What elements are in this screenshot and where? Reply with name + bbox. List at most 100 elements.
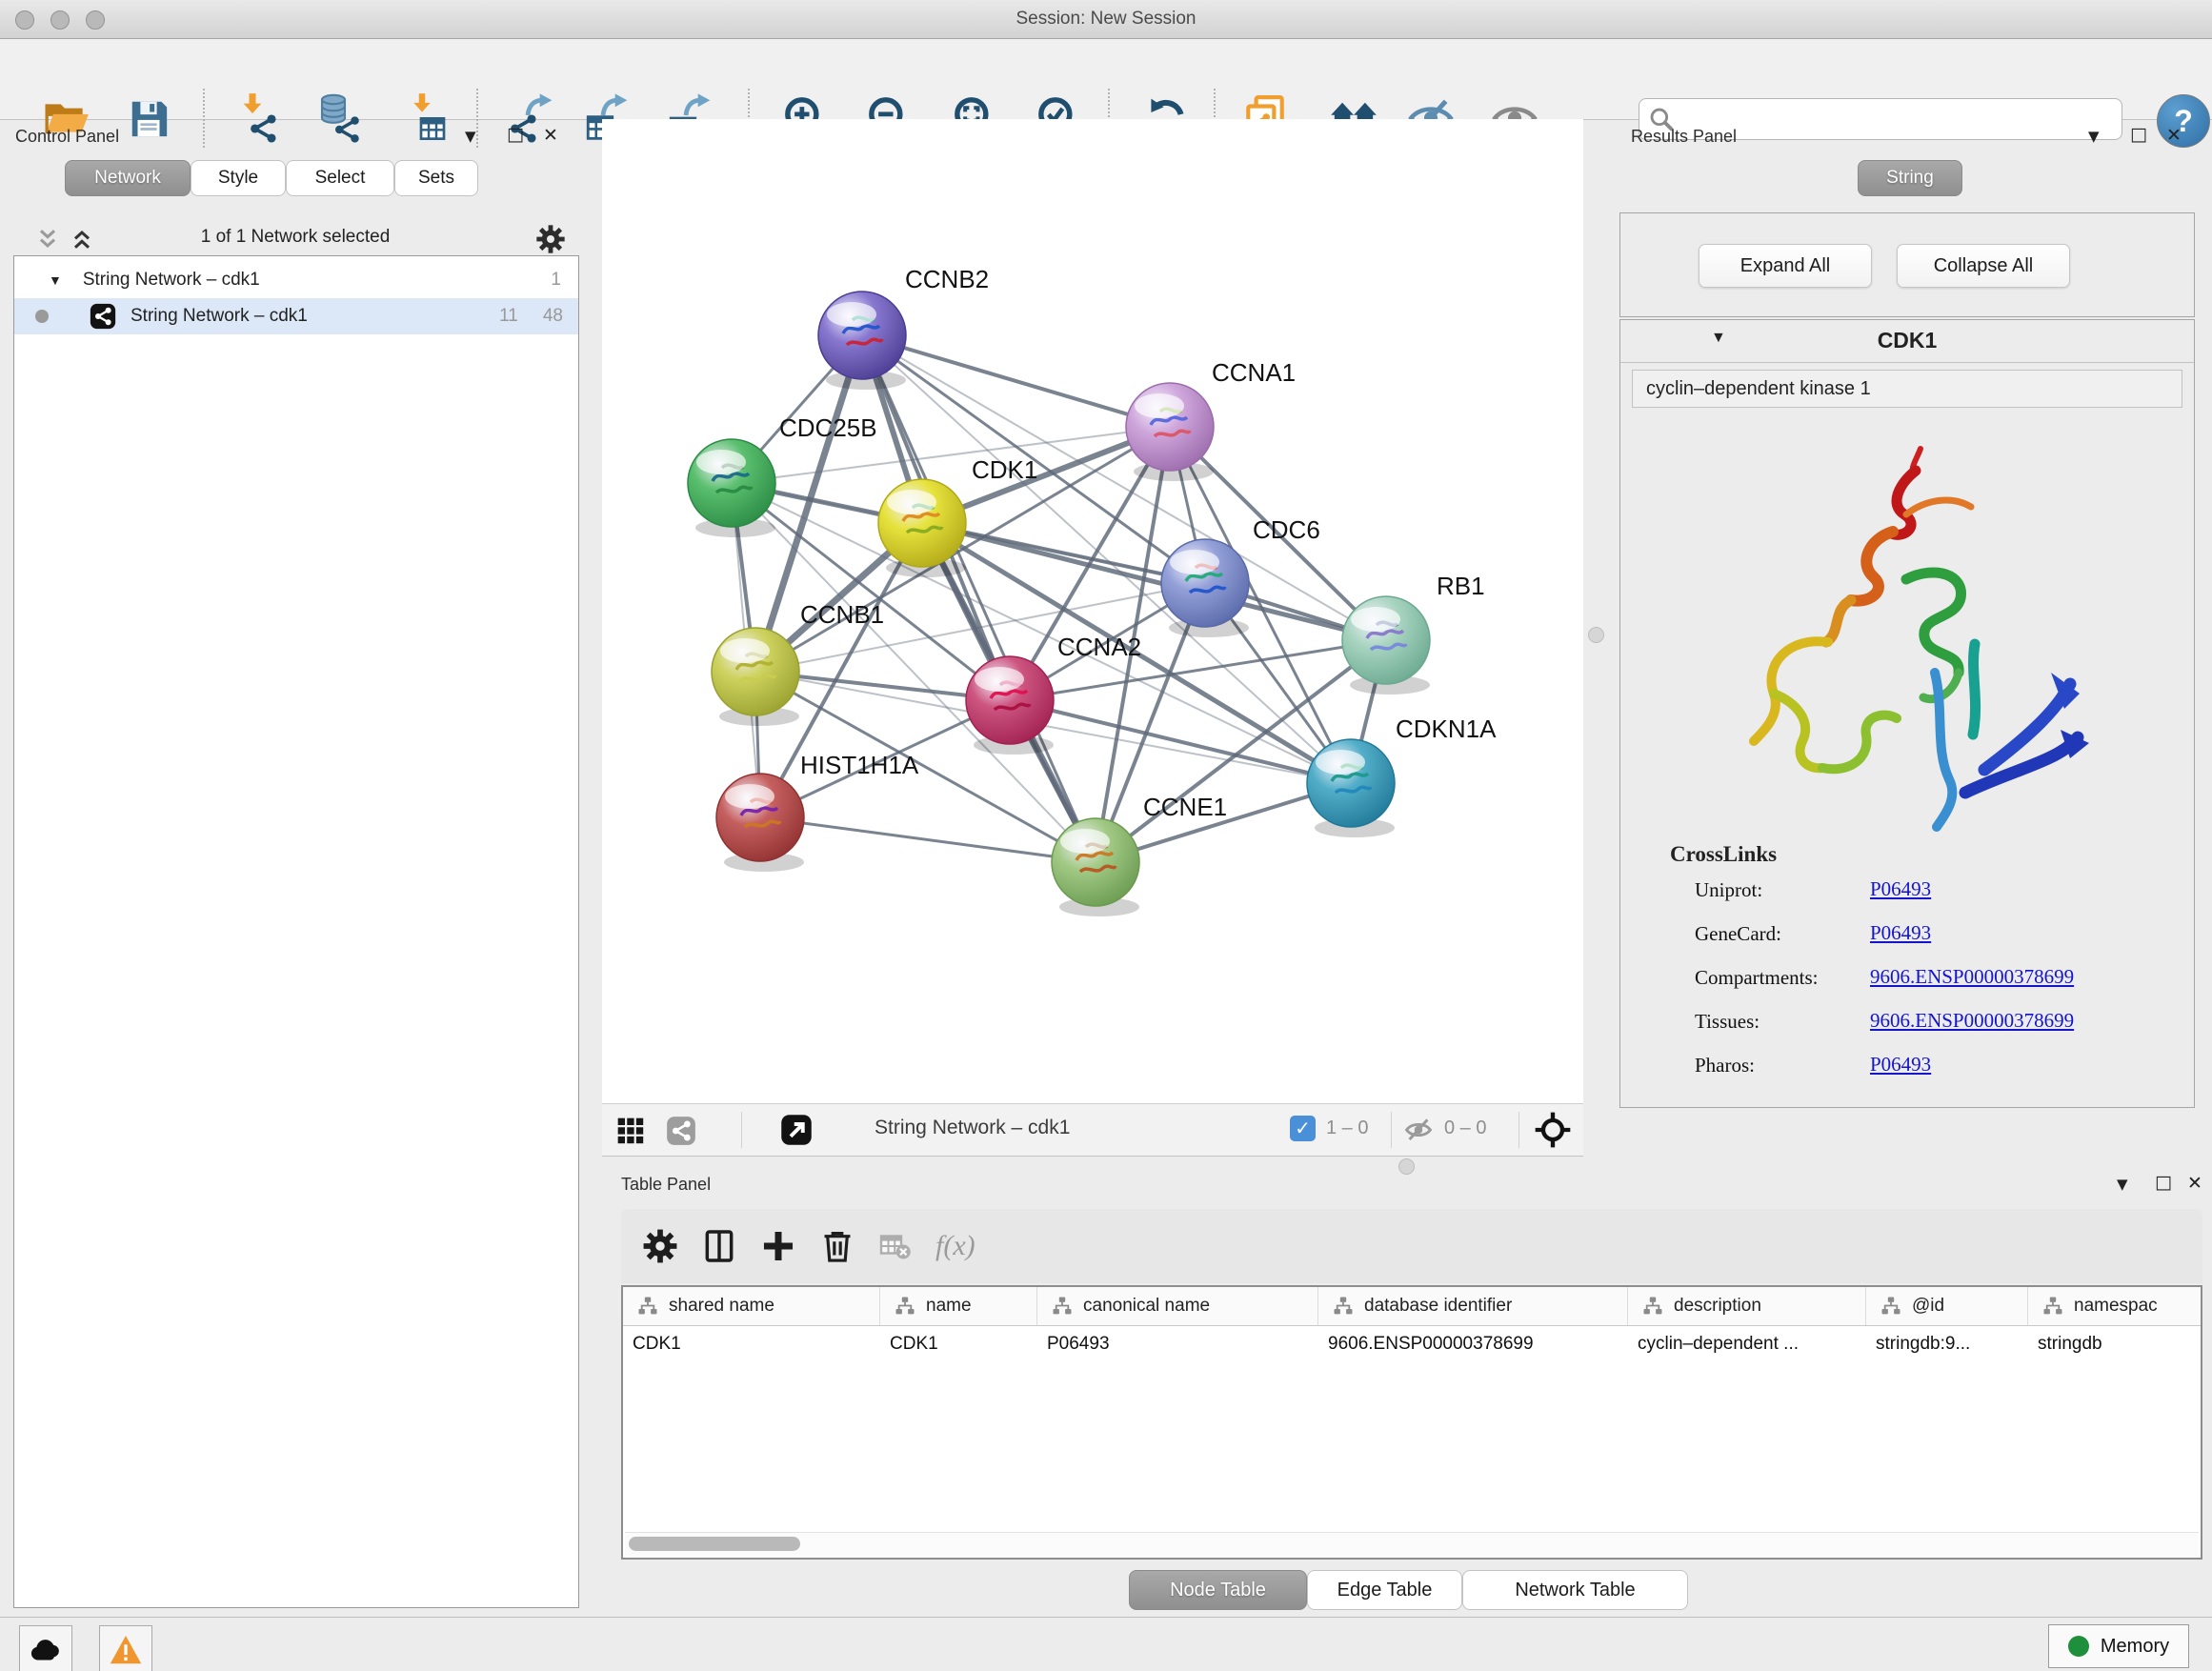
collection-name: String Network – cdk1 (83, 270, 260, 291)
close-window-button[interactable] (15, 10, 34, 30)
tab-network-table[interactable]: Network Table (1462, 1570, 1688, 1610)
column-header[interactable]: @id (1912, 1296, 1944, 1317)
network-node-HIST1H1A[interactable]: HIST1H1A (716, 751, 919, 872)
network-node-CDKN1A[interactable]: CDKN1A (1307, 715, 1497, 837)
network-collection-row[interactable]: ▼ String Network – cdk1 1 (14, 262, 578, 298)
tab-string[interactable]: String (1858, 160, 1962, 196)
column-header[interactable]: description (1674, 1296, 1761, 1317)
crosslink-tissues-link[interactable]: 9606.ENSP00000378699 (1870, 1009, 2074, 1033)
selected-checkbox-icon[interactable]: ✓ (1290, 1116, 1316, 1141)
tab-node-table[interactable]: Node Table (1129, 1570, 1307, 1610)
crosslink-label: GeneCard: (1695, 922, 1781, 946)
application-window: Session: New Session (0, 0, 2212, 1671)
panel-menu-icon[interactable]: ▼ (2117, 1176, 2128, 1193)
zoom-window-button[interactable] (86, 10, 105, 30)
control-panel-title: Control Panel (15, 127, 119, 147)
network-selection-header: 1 of 1 Network selected (10, 222, 581, 256)
panel-float-icon[interactable]: □ (2155, 1172, 2172, 1193)
tab-select[interactable]: Select (286, 160, 394, 196)
tab-sets[interactable]: Sets (394, 160, 478, 196)
tab-style[interactable]: Style (191, 160, 286, 196)
network-node-count: 11 (499, 306, 518, 327)
node-label: CCNE1 (1143, 793, 1227, 821)
entry-description: cyclin–dependent kinase 1 (1632, 370, 2182, 408)
column-header[interactable]: name (926, 1296, 972, 1317)
column-header[interactable]: shared name (669, 1296, 774, 1317)
crosshair-icon[interactable] (1534, 1111, 1572, 1149)
crosslink-label: Pharos: (1695, 1054, 1755, 1077)
results-panel: Results Panel ▼ □ ✕ String Expand All Co… (1612, 127, 2202, 1163)
tab-edge-table[interactable]: Edge Table (1307, 1570, 1462, 1610)
network-node-CCNB1[interactable]: CCNB1 (712, 600, 884, 726)
network-options-gear-icon[interactable] (535, 224, 566, 254)
selection-status: 1 of 1 Network selected (10, 227, 581, 248)
columns-icon[interactable] (701, 1228, 737, 1264)
string-network-icon (89, 302, 117, 331)
entry-header[interactable]: ▼ CDK1 (1620, 320, 2194, 363)
panel-menu-icon[interactable]: ▼ (465, 128, 476, 145)
table-horizontal-scrollbar[interactable] (625, 1532, 2199, 1556)
network-node-CDK1[interactable]: CDK1 (878, 455, 1037, 577)
table-row[interactable]: CDK1 CDK1 P06493 9606.ENSP00000378699 cy… (623, 1326, 2201, 1362)
delete-column-icon[interactable] (819, 1228, 855, 1264)
network-view-title: String Network – cdk1 (875, 1117, 1070, 1139)
node-label: CDKN1A (1396, 715, 1497, 743)
add-column-icon[interactable] (760, 1228, 796, 1264)
footer-separator (741, 1112, 742, 1148)
grid-view-icon[interactable] (615, 1116, 646, 1146)
crosslink-compartments-link[interactable]: 9606.ENSP00000378699 (1870, 965, 2074, 989)
network-edge[interactable] (862, 335, 1096, 862)
scrollbar-thumb[interactable] (629, 1537, 800, 1551)
column-header[interactable]: canonical name (1083, 1296, 1210, 1317)
table-gear-icon[interactable] (642, 1228, 678, 1264)
cloud-icon (29, 1633, 63, 1667)
column-header[interactable]: database identifier (1364, 1296, 1512, 1317)
network-node-CDC25B[interactable]: CDC25B (688, 413, 877, 537)
panel-float-icon[interactable]: □ (2130, 124, 2147, 145)
panel-menu-icon[interactable]: ▼ (2088, 128, 2100, 145)
minimize-window-button[interactable] (50, 10, 70, 30)
column-header[interactable]: namespac (2074, 1296, 2158, 1317)
crosslink-genecard-link[interactable]: P06493 (1870, 921, 1931, 945)
memory-status-dot (2068, 1636, 2089, 1657)
network-node-CCNE1[interactable]: CCNE1 (1052, 793, 1227, 916)
node-label: CCNA1 (1212, 358, 1296, 387)
cloud-button[interactable] (19, 1625, 72, 1671)
network-status-dot (35, 310, 49, 323)
share-view-icon[interactable] (665, 1115, 697, 1147)
delete-table-icon (878, 1229, 913, 1263)
memory-button[interactable]: Memory (2048, 1624, 2189, 1668)
hidden-count: 0 – 0 (1444, 1117, 1486, 1139)
vertical-splitter-handle[interactable] (1588, 627, 1604, 643)
crosslink-label: Tissues: (1695, 1010, 1760, 1034)
node-label: CCNA2 (1057, 633, 1141, 661)
collection-expand-icon[interactable]: ▼ (49, 272, 62, 288)
crosslink-pharos-link[interactable]: P06493 (1870, 1053, 1931, 1077)
network-edge[interactable] (862, 335, 1170, 427)
birdseye-view-icon[interactable] (779, 1113, 814, 1147)
panel-close-icon[interactable]: ✕ (2187, 1173, 2202, 1194)
panel-close-icon[interactable]: ✕ (2166, 125, 2182, 146)
panel-float-icon[interactable]: □ (507, 124, 524, 145)
warnings-button[interactable] (99, 1625, 152, 1671)
network-node-CCNA1[interactable]: CCNA1 (1126, 358, 1296, 481)
network-name: String Network – cdk1 (131, 306, 308, 327)
tab-network[interactable]: Network (65, 160, 191, 196)
collapse-all-button[interactable]: Collapse All (1897, 244, 2070, 288)
expand-all-button[interactable]: Expand All (1699, 244, 1872, 288)
network-canvas[interactable]: CCNB2CCNA1CDC25BCDK1CDC6RB1CCNB1CCNA2CDK… (602, 119, 1583, 1103)
cell-name: CDK1 (880, 1334, 1037, 1355)
node-table[interactable]: shared name name canonical name database… (621, 1285, 2202, 1560)
network-node-CCNB2[interactable]: CCNB2 (818, 265, 989, 390)
crosslink-uniprot-link[interactable]: P06493 (1870, 877, 1931, 901)
network-node-CCNA2[interactable]: CCNA2 (966, 633, 1141, 755)
cell-id: stringdb:9... (1866, 1334, 2028, 1355)
results-buttons-box: Expand All Collapse All (1619, 212, 2195, 317)
network-node-RB1[interactable]: RB1 (1342, 572, 1485, 695)
cell-namespace: stringdb (2028, 1334, 2201, 1355)
panel-close-icon[interactable]: ✕ (543, 125, 558, 146)
column-tree-icon (1051, 1295, 1074, 1318)
network-edge[interactable] (760, 817, 1096, 862)
network-row-selected[interactable]: String Network – cdk1 11 48 (14, 298, 578, 334)
column-tree-icon (1641, 1295, 1664, 1318)
